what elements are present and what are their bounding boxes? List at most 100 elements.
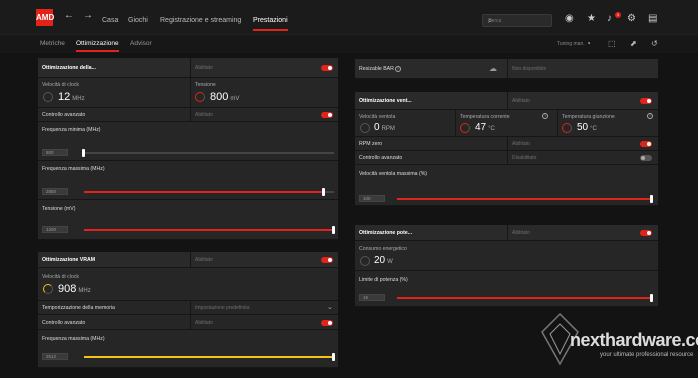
fan-status: Abilitato [512,98,530,104]
resizable-bar-label: Resizable BAR [359,66,394,72]
tab-giochi[interactable]: Giochi [128,17,148,24]
notification-badge: 1 [615,12,621,18]
forward-arrow-icon[interactable]: → [83,11,93,21]
voltage-input[interactable]: 1200 [42,226,68,233]
zero-rpm-row: RPM zero Abilitato [355,137,658,151]
power-tuning-panel: Ottimizzazione pote... Abilitato Consumo… [355,225,658,307]
search-icon[interactable]: ⌕ [488,16,548,26]
max-fan-speed-input[interactable]: 100 [359,195,385,202]
gpu-tuning-title: Ottimizzazione della... [42,65,96,71]
min-freq-slider[interactable] [82,149,334,157]
power-header: Ottimizzazione pote... Abilitato [355,225,658,241]
tab-advisor[interactable]: Advisor [130,40,152,47]
vram-max-freq-label: Frequenza massima (MHz) [42,336,105,342]
advanced-control-status: Abilitato [195,112,213,118]
resizable-bar-panel: Resizable BAR ? ☁ Non disponibile [355,59,658,79]
save-icon[interactable]: ⬚ [608,39,616,48]
back-arrow-icon[interactable]: ← [64,11,74,21]
tab-casa[interactable]: Casa [102,17,118,24]
max-freq-input[interactable]: 2850 [42,188,68,195]
fan-advanced-toggle[interactable] [640,155,652,161]
power-toggle[interactable] [640,230,652,236]
search-input[interactable]: Cerca ⌕ [482,14,552,27]
current-temp-info-icon[interactable]: ? [542,113,548,119]
power-title: Ottimizzazione pote... [359,230,413,236]
zero-rpm-label: RPM zero [359,141,383,147]
voltage-slider[interactable] [84,226,335,234]
voltage-value: 800 mV [210,91,240,103]
sidebar-icon[interactable]: ▤ [648,14,657,24]
vram-clock-label: Velocità di clock [42,274,79,280]
tab-registrazione-streaming[interactable]: Registrazione e streaming [160,17,241,24]
current-temp-value: 47 °C [475,122,495,133]
junction-temp-info-icon[interactable]: ? [647,113,653,119]
vram-advanced-toggle[interactable] [321,320,333,326]
power-gauge-icon [360,256,370,266]
fan-speed-label: Velocità ventola [359,114,396,120]
vram-clock-row: Velocità di clock 908 MHz [38,268,338,301]
power-consumption-row: Consumo energetico 20 W [355,241,658,271]
power-limit-slider[interactable] [397,294,653,302]
junction-temp-gauge-icon [562,123,572,133]
zero-rpm-toggle[interactable] [640,141,652,147]
gpu-metrics-row: Velocità di clock 12 MHz Tensione 800 mV [38,78,338,108]
chevron-down-icon[interactable]: ⌄ [327,303,333,311]
clock-speed-value: 12 MHz [58,91,85,103]
memory-timing-row[interactable]: Temporizzazione della memoria Impostazio… [38,301,338,315]
fan-tuning-panel: Ottimizzazione vent... Abilitato Velocit… [355,92,658,206]
gpu-tuning-toggle[interactable] [321,65,333,71]
info-icon[interactable]: ? [395,66,401,72]
vram-advanced-label: Controllo avanzato [42,320,86,326]
max-fan-speed-label: Velocità ventola massima (%) [359,171,428,177]
watermark-logo: nexthardware.com your ultimate professio… [540,310,698,370]
fan-speed-gauge-icon [360,123,370,133]
vram-max-freq-slider[interactable] [84,353,335,361]
reset-icon[interactable]: ↺ [651,39,658,48]
max-fan-speed-slider[interactable] [397,195,653,203]
memory-timing-value[interactable]: Impostazione predefinita [195,305,249,311]
amd-logo[interactable]: AMD [36,9,54,26]
vram-advanced-status: Abilitato [195,320,213,326]
clock-gauge-icon [43,92,53,102]
vram-max-freq-input[interactable]: 2512 [42,353,68,360]
gauge-icon[interactable]: ◔ [586,39,591,48]
max-fan-speed-row: Velocità ventola massima (%) 100 [355,165,658,206]
advanced-control-label: Controllo avanzato [42,112,86,118]
watermark-tagline: your ultimate professional resource [600,352,694,358]
gear-icon[interactable]: ⚙ [627,14,636,24]
advanced-control-toggle[interactable] [321,112,333,118]
max-freq-slider[interactable] [84,188,334,196]
power-limit-label: Limite di potenza (%) [359,277,408,283]
bug-report-icon[interactable]: ◉ [565,14,574,24]
tuning-label: Tuning man. [557,41,585,47]
max-freq-row: Frequenza massima (MHz) 2850 [38,161,338,200]
vram-tuning-panel: Ottimizzazione VRAM Abilitato Velocità d… [38,252,338,368]
vram-status: Abilitato [195,257,213,263]
voltage-slider-row: Tensione (mV) 1200 [38,200,338,240]
star-icon[interactable]: ★ [587,14,596,24]
watermark-brand: nexthardware.com [570,330,698,350]
resizable-bar-status: Non disponibile [512,66,547,72]
tab-metriche[interactable]: Metriche [40,40,65,47]
fan-toggle[interactable] [640,98,652,104]
bell-icon[interactable]: ♪ [607,14,612,24]
tab-prestazioni[interactable]: Prestazioni [253,17,288,31]
min-freq-row: Frequenza minima (MHz) 500 [38,122,338,161]
tab-ottimizzazione[interactable]: Ottimizzazione [76,40,119,52]
vram-toggle[interactable] [321,257,333,263]
vram-max-freq-row: Frequenza massima (MHz) 2512 [38,330,338,368]
fan-speed-value: 0 RPM [374,122,395,133]
memory-timing-label: Temporizzazione della memoria [42,305,115,311]
min-freq-input[interactable]: 500 [42,149,68,156]
export-icon[interactable]: ⬈ [630,39,637,48]
fan-title: Ottimizzazione vent... [359,98,412,104]
voltage-slider-label: Tensione (mV) [42,206,76,212]
cloud-off-icon: ☁ [489,64,497,73]
vram-clock-gauge-icon [43,284,53,294]
gpu-tuning-panel: Ottimizzazione della... Abilitato Veloci… [38,58,338,240]
power-consumption-value: 20 W [374,255,393,266]
resizable-bar-row: Resizable BAR ? ☁ Non disponibile [355,59,658,79]
junction-temp-label: Temperatura giunzione [562,114,615,120]
current-temp-label: Temperatura corrente [460,114,510,120]
power-limit-input[interactable]: 15 [359,294,385,301]
